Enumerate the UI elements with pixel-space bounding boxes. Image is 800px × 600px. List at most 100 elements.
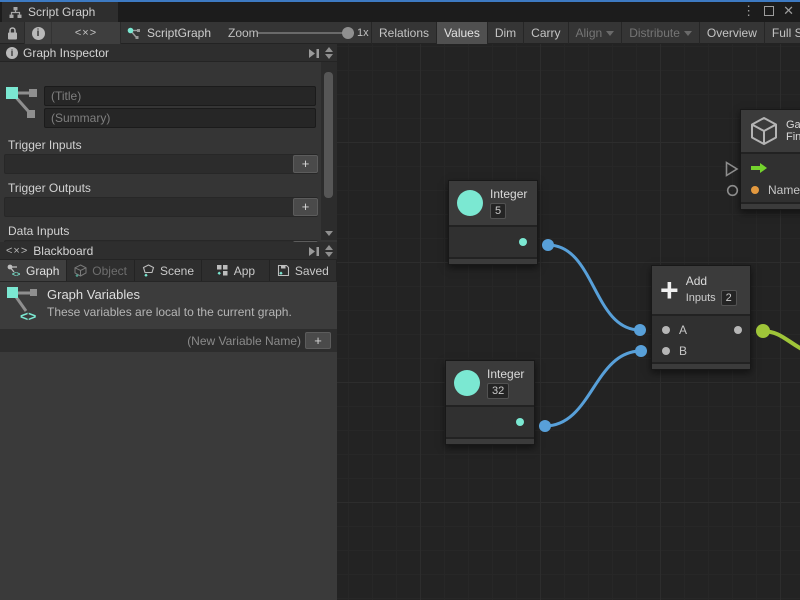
chevron-down-icon bbox=[684, 31, 692, 36]
graph-variables-description: These variables are local to the current… bbox=[47, 305, 292, 319]
tab-script-graph[interactable]: Script Graph bbox=[2, 2, 118, 22]
add-trigger-input-button[interactable]: + bbox=[293, 155, 318, 173]
graph-inspector-body: Trigger Inputs + Trigger Outputs + Data … bbox=[0, 62, 337, 240]
inputs-label: Inputs bbox=[686, 292, 716, 304]
blackboard-toggle-button[interactable]: <×> bbox=[52, 22, 120, 44]
trigger-inputs-label: Trigger Inputs bbox=[8, 138, 82, 152]
info-icon: i bbox=[32, 27, 45, 40]
output-port[interactable] bbox=[516, 418, 524, 426]
svg-text:<>: <> bbox=[20, 308, 36, 324]
zoom-value: 1x bbox=[357, 22, 369, 44]
distribute-dropdown[interactable]: Distribute bbox=[621, 22, 699, 44]
lock-icon bbox=[7, 27, 18, 40]
output-port[interactable] bbox=[519, 238, 527, 246]
wire-endpoint[interactable] bbox=[756, 324, 770, 338]
node-integer-32[interactable]: Integer 32 bbox=[445, 360, 535, 445]
graph-toolbar: i <×> ScriptGraph Zoom 1x Relations Valu… bbox=[0, 22, 800, 44]
dock-icon[interactable] bbox=[308, 48, 321, 59]
trigger-inputs-list bbox=[4, 154, 318, 174]
name-port-label: Name bbox=[768, 183, 800, 197]
saved-tab-icon bbox=[277, 264, 290, 277]
value-port-outline-icon[interactable] bbox=[726, 184, 739, 197]
variables-list-empty bbox=[0, 352, 337, 600]
dim-button[interactable]: Dim bbox=[487, 22, 523, 44]
window-focus-highlight bbox=[0, 0, 800, 2]
tab-scene[interactable]: Scene bbox=[135, 260, 202, 281]
new-variable-input[interactable] bbox=[4, 331, 301, 350]
window-close-icon[interactable]: ✕ bbox=[783, 2, 794, 20]
wire-int32-to-b bbox=[545, 351, 641, 426]
window-menu-icon[interactable]: ⋮ bbox=[742, 2, 755, 20]
panel-scroll-spinner[interactable] bbox=[325, 47, 335, 59]
graph-summary-input[interactable] bbox=[44, 108, 316, 128]
cube-icon bbox=[749, 115, 779, 147]
tab-saved[interactable]: Saved bbox=[270, 260, 337, 281]
zoom-slider-handle[interactable] bbox=[342, 27, 354, 39]
inputs-count-field[interactable]: 2 bbox=[721, 290, 737, 306]
input-port-a[interactable] bbox=[662, 326, 670, 334]
lock-button[interactable] bbox=[2, 22, 23, 44]
output-port[interactable] bbox=[734, 326, 742, 334]
wire-add-output bbox=[763, 331, 800, 351]
wire-endpoint[interactable] bbox=[539, 420, 551, 432]
graph-tree-icon bbox=[9, 6, 22, 19]
tab-label: Script Graph bbox=[28, 5, 95, 19]
graph-name: ScriptGraph bbox=[147, 26, 211, 40]
align-dropdown[interactable]: Align bbox=[568, 22, 622, 44]
overview-button[interactable]: Overview bbox=[699, 22, 764, 44]
scene-tab-icon bbox=[142, 264, 155, 277]
trigger-port-outline-icon[interactable] bbox=[725, 161, 739, 177]
values-button[interactable]: Values bbox=[436, 22, 487, 44]
zoom-label: Zoom bbox=[228, 22, 259, 44]
wire-endpoint[interactable] bbox=[635, 345, 647, 357]
fullscreen-button[interactable]: Full Screen bbox=[764, 22, 800, 44]
wire-endpoint[interactable] bbox=[634, 324, 646, 336]
blackboard-header: <×> Blackboard bbox=[0, 242, 337, 260]
tab-object[interactable]: Object bbox=[67, 260, 134, 281]
graph-tab-icon: <> bbox=[7, 264, 21, 277]
blackboard-tabs: <> Graph Object Scene App bbox=[0, 260, 337, 282]
node-add[interactable]: + Add Inputs 2 A B bbox=[651, 265, 751, 370]
node-title-line2: Find bbox=[786, 131, 800, 143]
data-inputs-label: Data Inputs bbox=[8, 224, 69, 238]
input-port-b[interactable] bbox=[662, 347, 670, 355]
inspector-toggle-button[interactable]: i bbox=[25, 22, 52, 44]
graph-inspector-header: i Graph Inspector bbox=[0, 44, 337, 62]
scrollbar-thumb[interactable] bbox=[324, 72, 333, 198]
integer-value-field[interactable]: 5 bbox=[490, 203, 506, 219]
wire-endpoint[interactable] bbox=[542, 239, 554, 251]
info-icon: i bbox=[6, 47, 18, 59]
node-title: Integer bbox=[487, 367, 524, 381]
zoom-slider[interactable] bbox=[258, 22, 354, 44]
add-icon: + bbox=[660, 275, 679, 305]
dock-icon[interactable] bbox=[308, 246, 321, 257]
svg-text:<>: <> bbox=[12, 272, 20, 278]
wire-int5-to-a bbox=[548, 245, 640, 330]
app-tab-icon bbox=[216, 264, 229, 277]
graph-variables-icon bbox=[5, 84, 39, 124]
graph-canvas[interactable]: Integer 5 Integer 32 + Add bbox=[337, 44, 800, 600]
panel-scroll-spinner[interactable] bbox=[325, 245, 335, 257]
relations-button[interactable]: Relations bbox=[371, 22, 436, 44]
node-title-line1: Game Object bbox=[786, 119, 800, 131]
tab-graph[interactable]: <> Graph bbox=[0, 260, 67, 281]
control-input-arrow-icon[interactable] bbox=[751, 163, 767, 173]
graph-inspector-title: Graph Inspector bbox=[23, 46, 109, 60]
add-variable-button[interactable]: + bbox=[305, 332, 331, 349]
graph-variables-icon: <> bbox=[6, 285, 40, 325]
window-maximize-icon[interactable] bbox=[764, 6, 774, 16]
node-integer-5[interactable]: Integer 5 bbox=[448, 180, 538, 265]
integer-type-icon bbox=[457, 190, 483, 216]
carry-button[interactable]: Carry bbox=[523, 22, 567, 44]
graph-title-input[interactable] bbox=[44, 86, 316, 106]
graph-breadcrumb[interactable]: ScriptGraph bbox=[127, 22, 211, 44]
tab-app[interactable]: App bbox=[202, 260, 269, 281]
inspector-scrollbar[interactable] bbox=[321, 62, 337, 240]
integer-value-field[interactable]: 32 bbox=[487, 383, 509, 399]
side-panel: i Graph Inspector Trigger Inputs + Trigg… bbox=[0, 44, 337, 600]
name-input-port[interactable] bbox=[751, 186, 759, 194]
scroll-down-icon[interactable] bbox=[325, 231, 333, 236]
zoom-slider-track[interactable] bbox=[258, 32, 354, 34]
add-trigger-output-button[interactable]: + bbox=[293, 198, 318, 216]
node-gameobject-find[interactable]: Game Object Find Name bbox=[740, 109, 800, 210]
